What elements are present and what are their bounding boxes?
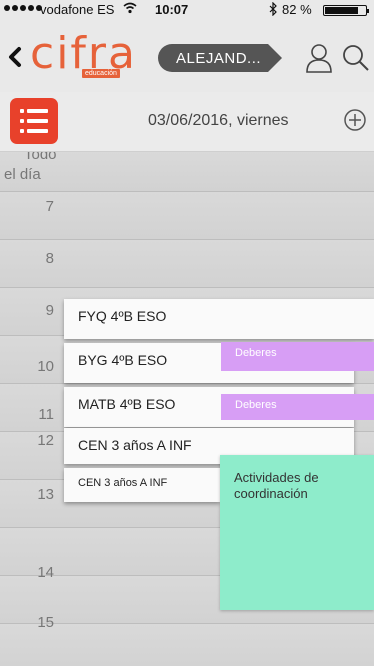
status-bar: vodafone ES 10:07 82 %: [0, 0, 374, 20]
list-menu-icon: [20, 109, 48, 113]
selected-date: 03/06/2016, viernes: [148, 112, 289, 129]
bluetooth-icon: [268, 1, 278, 19]
task-block[interactable]: Deberes: [221, 342, 374, 371]
app-header: cifra educación ALEJAND...: [0, 20, 374, 92]
event-title: CEN 3 años A INF: [78, 477, 168, 489]
hour-label: 7: [45, 198, 54, 215]
task-block[interactable]: Deberes: [221, 394, 374, 420]
event-block[interactable]: FYQ 4ºB ESO: [64, 299, 374, 339]
event-title: BYG 4ºB ESO: [78, 352, 168, 368]
activity-block[interactable]: Actividades de coordinación: [220, 455, 374, 610]
user-name: ALEJAND...: [176, 50, 262, 67]
hour-label: 11: [38, 406, 54, 423]
event-title: FYQ 4ºB ESO: [78, 308, 167, 324]
signal-strength-icon: [4, 5, 42, 15]
clock: 10:07: [155, 2, 189, 17]
hour-label: 15: [37, 614, 54, 631]
plus-circle-icon[interactable]: [343, 108, 367, 132]
hour-label: 12: [37, 432, 54, 449]
activity-title-line1: Actividades de: [234, 470, 319, 485]
date-bar: 03/06/2016, viernes: [0, 92, 374, 152]
chevron-left-icon: [9, 47, 21, 67]
logo-tag: educación: [82, 69, 120, 78]
battery-percent: 82 %: [282, 2, 312, 17]
carrier-name: vodafone ES: [40, 2, 115, 17]
cifra-logo: cifra educación: [30, 28, 135, 84]
search-icon[interactable]: [340, 42, 370, 74]
task-title: Deberes: [235, 399, 277, 411]
menu-button[interactable]: [10, 98, 58, 144]
task-title: Deberes: [235, 347, 277, 359]
calendar-day-grid[interactable]: Todo el día 7 8 9 10 11 12 13 14 15 FYQ …: [0, 152, 374, 666]
user-selector-button[interactable]: ALEJAND...: [158, 44, 284, 72]
event-block[interactable]: CEN 3 años A INF: [64, 468, 220, 502]
hour-label: 8: [45, 250, 54, 267]
hour-label: 14: [37, 564, 54, 581]
hour-label: 10: [37, 358, 54, 375]
event-title: MATB 4ºB ESO: [78, 396, 176, 412]
activity-title-line2: coordinación: [234, 486, 308, 501]
battery-icon: [323, 5, 369, 16]
user-icon[interactable]: [304, 42, 334, 74]
event-title: CEN 3 años A INF: [78, 437, 192, 453]
hour-label: 13: [37, 486, 54, 503]
hour-label: 9: [45, 302, 54, 319]
back-button[interactable]: [4, 42, 26, 72]
wifi-icon: [123, 1, 137, 18]
